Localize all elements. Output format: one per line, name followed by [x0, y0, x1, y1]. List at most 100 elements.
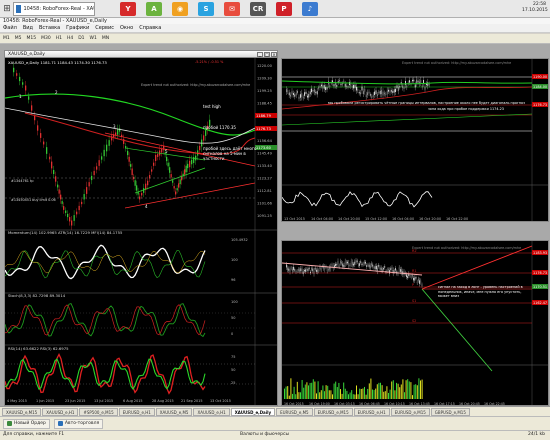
candle-body: [189, 160, 191, 168]
timeframe-button[interactable]: M5: [15, 36, 22, 41]
volume-bar: [325, 385, 327, 399]
menu-item[interactable]: Вставка: [39, 25, 60, 31]
menu-item[interactable]: Справка: [139, 25, 161, 31]
new-order-button[interactable]: Новый Ордер: [3, 418, 50, 429]
chart-tab[interactable]: XAUUSD_e,H1: [42, 407, 79, 416]
top-right-price-chart[interactable]: 1190.00 1184.00 1176.73 13 Oct 2015 14 Oct 0…: [282, 59, 549, 222]
volume-bar: [290, 378, 292, 399]
chart-tab[interactable]: EURUSD_e,M15: [390, 407, 430, 416]
chart-window-top-right[interactable]: 1190.00 1184.00 1176.73 13 Oct 2015 14 Oct 0…: [281, 58, 549, 222]
music-icon[interactable]: ♪: [302, 2, 318, 16]
menu-item[interactable]: Файл: [3, 25, 17, 31]
candle-body: [178, 183, 180, 188]
chart-tab[interactable]: EURUSD_e,M5: [276, 407, 313, 416]
chart-tab[interactable]: EURUSD_e,H1: [353, 407, 390, 416]
ohlc-readout: XAUUSD_e,Daily 1181.71 1184.43 1174.30 1…: [8, 60, 107, 65]
pinterest-icon[interactable]: P: [276, 2, 292, 16]
menu-item[interactable]: Сервис: [95, 25, 114, 31]
volume-bar: [372, 389, 373, 399]
candle-body: [191, 159, 193, 165]
volume-bar: [356, 385, 357, 399]
cr-icon[interactable]: CR: [250, 2, 266, 16]
candle-body: [323, 85, 325, 89]
menu-item[interactable]: Окно: [120, 25, 133, 31]
candle-body: [319, 85, 321, 88]
chart-tab[interactable]: EURUSD_e,H1: [118, 407, 155, 416]
timeframe-button[interactable]: H1: [56, 36, 62, 41]
taskbar-clock[interactable]: 22:58 17.10.2015: [522, 2, 548, 14]
candle-body: [313, 270, 315, 275]
volume-bar: [332, 394, 333, 399]
candle-body: [314, 267, 316, 270]
close-icon[interactable]: ×: [271, 52, 277, 57]
android-icon[interactable]: A: [146, 2, 162, 16]
timeframe-button[interactable]: M1: [3, 36, 10, 41]
volume-bar: [330, 390, 332, 399]
maximize-icon[interactable]: □: [264, 52, 270, 57]
menu-item[interactable]: Вид: [23, 25, 33, 31]
volume-bar: [311, 382, 313, 399]
candle-body: [63, 206, 65, 210]
menu-item[interactable]: Графики: [66, 25, 89, 31]
chart-tab[interactable]: #SP500_e,M15: [79, 407, 118, 416]
minimize-icon[interactable]: _: [257, 52, 263, 57]
browser-icon[interactable]: ◉: [172, 2, 188, 16]
bottom-right-price-chart[interactable]: R2R1PS1S21183.931176.731170.511162.4716 …: [282, 241, 549, 406]
candle-body: [354, 84, 356, 89]
candle-body: [153, 162, 155, 166]
candle-body: [395, 268, 396, 271]
candle-body: [73, 215, 75, 221]
candle-body: [175, 191, 177, 195]
candle-body: [354, 261, 356, 265]
price-tick-label: 1199.25: [257, 89, 272, 93]
candle-body: [377, 94, 378, 96]
candle-body: [421, 85, 423, 88]
timeframe-button[interactable]: M30: [41, 36, 51, 41]
candle-body: [311, 88, 312, 93]
timeframe-button[interactable]: MN: [102, 36, 109, 41]
candle-body: [93, 170, 95, 176]
candle-body: [413, 79, 415, 82]
candle-body: [336, 84, 338, 87]
chart-tab[interactable]: XAUUSD_e,Daily: [230, 407, 276, 416]
candle-body: [420, 80, 422, 84]
skype-icon[interactable]: S: [198, 2, 214, 16]
chart-tab[interactable]: EURUSD_e,M15: [313, 407, 353, 416]
yandex-icon[interactable]: Y: [120, 2, 136, 16]
price-tag-label: 1190.00: [533, 75, 547, 79]
candle-body: [296, 270, 298, 272]
os-taskbar: ⊞ 10458: RoboForex-Real - XAUUSD_e,Daily…: [0, 0, 550, 18]
mail-icon[interactable]: ✉: [224, 2, 240, 16]
autotrading-button[interactable]: Авто-торговля: [53, 418, 104, 429]
loss-tag: -5.21% / -0.51 %: [195, 60, 224, 64]
candle-body: [134, 180, 136, 186]
timeframe-button[interactable]: M15: [27, 36, 37, 41]
candle-body: [394, 270, 395, 273]
chart-tab[interactable]: XAUUSD_e,M15: [2, 407, 42, 416]
chart-window-titlebar[interactable]: XAUUSD_e,Daily _ □ ×: [5, 51, 277, 58]
candle-body: [320, 267, 322, 271]
chart-tab[interactable]: XAUUSD_e,M5: [155, 407, 193, 416]
timeframe-button[interactable]: W1: [90, 36, 97, 41]
candle-body: [418, 278, 419, 281]
taskbar-window-button[interactable]: 10458: RoboForex-Real - XAUUSD_e,Daily: [13, 2, 95, 16]
chart-tab[interactable]: XAUUSD_e,H1: [193, 407, 230, 416]
price-tag-label: 1184.00: [533, 85, 547, 89]
timeframe-button[interactable]: H4: [67, 36, 73, 41]
candle-body: [362, 263, 364, 265]
candle-body: [310, 271, 311, 274]
volume-bar: [367, 388, 369, 399]
windows-start-icon[interactable]: ⊞: [2, 2, 12, 16]
candle-body: [136, 185, 138, 191]
chart-window-bottom-right[interactable]: R2 R1 P S1 S2 1183.93 1176.73 1170.51 1162.47 16 …: [281, 240, 549, 406]
time-axis-label: 16 Oct 04:00: [392, 217, 414, 221]
chart-window-xauusd-daily[interactable]: XAUUSD_e,Daily _ □ × 1220.00 1209.30 1199.…: [4, 50, 278, 406]
candle-body: [98, 160, 100, 166]
chart-tab[interactable]: GBPUSD_e,M15: [430, 407, 470, 416]
candle-body: [386, 269, 388, 272]
candle-body: [51, 161, 53, 169]
candle-body: [335, 263, 336, 266]
candle-body: [348, 262, 350, 267]
candle-body: [374, 91, 375, 95]
timeframe-button[interactable]: D1: [78, 36, 84, 41]
